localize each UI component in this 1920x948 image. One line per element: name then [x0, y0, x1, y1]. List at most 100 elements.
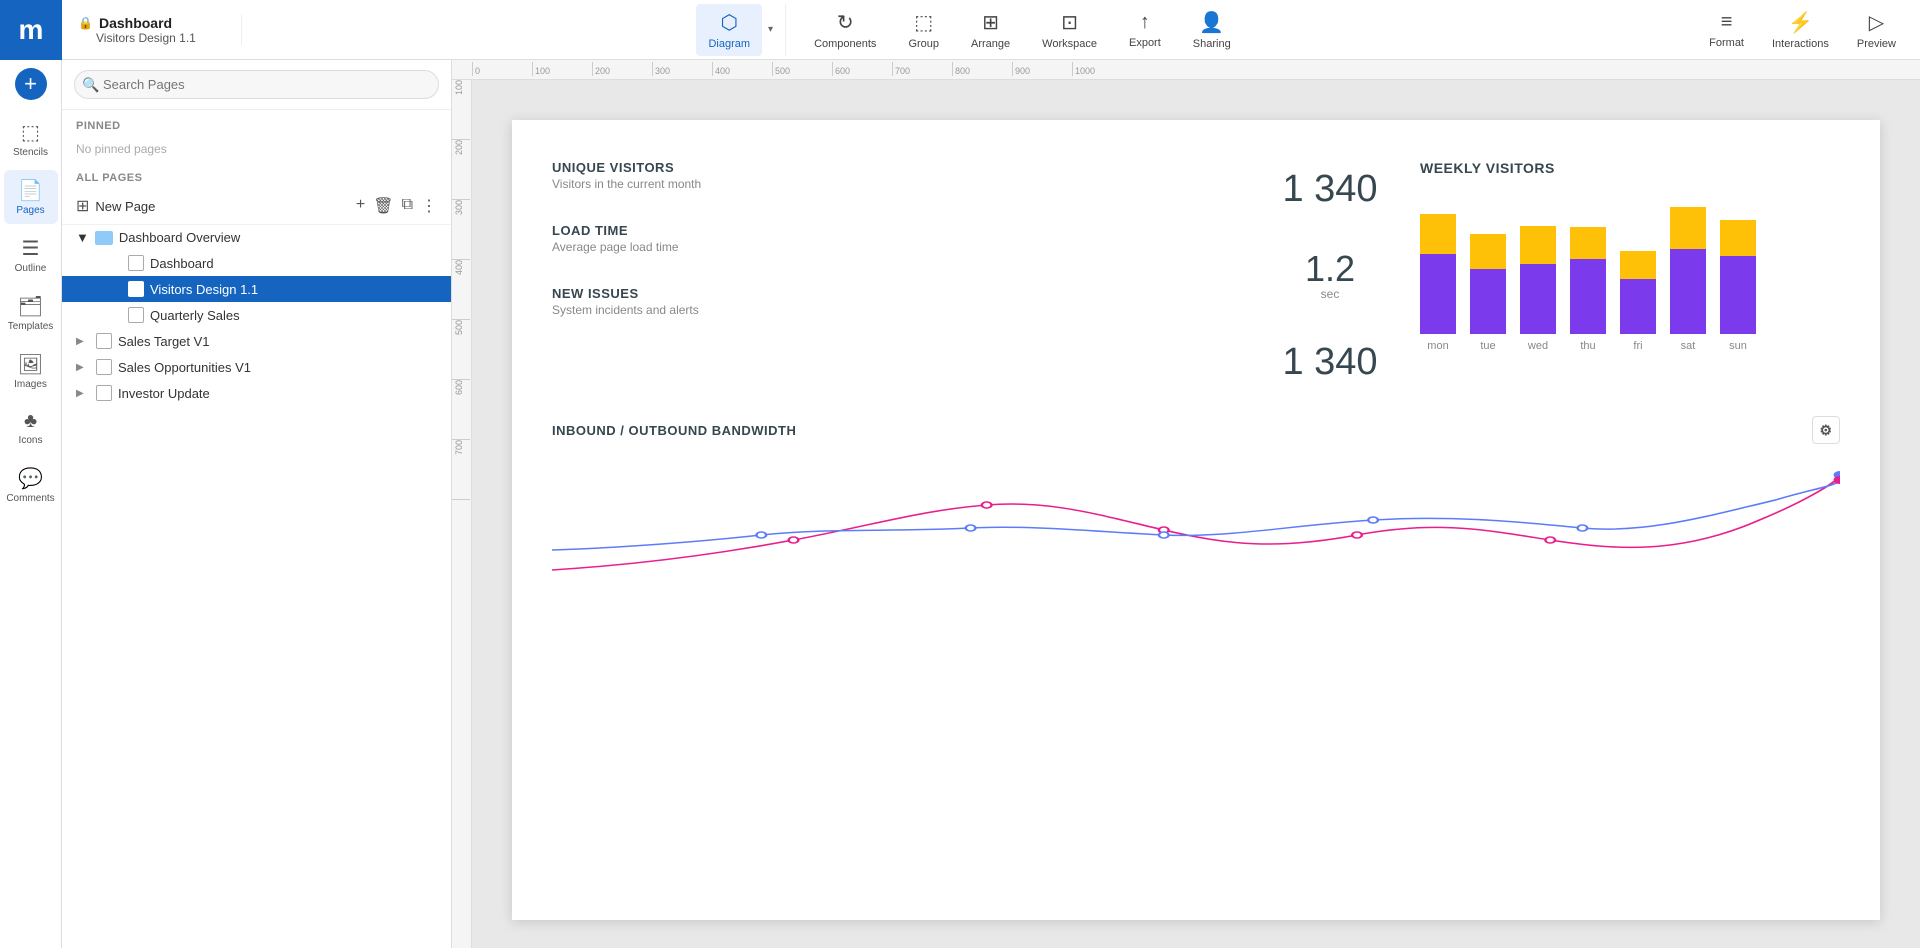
load-time-value-group: 1.2 sec — [1305, 243, 1355, 301]
interactions-button[interactable]: ⚡ Interactions — [1760, 4, 1841, 56]
ruler-v-mark: 400 — [452, 260, 470, 320]
group-button[interactable]: ⬚ Group — [896, 4, 951, 56]
add-icon: + — [24, 73, 37, 95]
sidebar-item-stencils[interactable]: ⬚ Stencils — [4, 112, 58, 166]
bar-day-label: sun — [1729, 340, 1747, 352]
file-title-section: 🔒 Dashboard Visitors Design 1.1 — [62, 15, 242, 45]
bar-stack — [1670, 207, 1706, 334]
arrange-button[interactable]: ⊞ Arrange — [959, 4, 1022, 56]
delete-page-icon[interactable]: 🗑 — [373, 196, 393, 216]
interactions-label: Interactions — [1772, 38, 1829, 50]
comments-label: Comments — [6, 493, 54, 504]
dot — [1578, 525, 1588, 531]
dashboard-content: UNIQUE VISITORS Visitors in the current … — [552, 160, 1840, 590]
export-label: Export — [1129, 37, 1161, 49]
page-group-dashboard-overview[interactable]: ▼ Dashboard Overview — [62, 225, 451, 250]
file-main-title: Dashboard — [99, 15, 172, 31]
page-file-icon — [96, 333, 112, 349]
bar-yellow — [1570, 227, 1606, 259]
ruler-v-marks: 100200300400500600700 — [452, 80, 471, 500]
outline-label: Outline — [15, 263, 47, 274]
bar-purple — [1420, 254, 1456, 334]
bar-group: sat — [1670, 207, 1706, 352]
page-name-dashboard: Dashboard — [150, 256, 437, 271]
page-item-sales-opps[interactable]: ▶ Sales Opportunities V1 — [62, 354, 451, 380]
search-input[interactable] — [74, 70, 439, 99]
pages-label: Pages — [16, 205, 44, 216]
dot — [1352, 532, 1362, 538]
page-item-investor-update[interactable]: ▶ Investor Update — [62, 380, 451, 406]
bar-purple — [1620, 279, 1656, 334]
search-wrap: 🔍 — [74, 70, 439, 99]
sidebar-item-pages[interactable]: 📄 Pages — [4, 170, 58, 224]
format-icon: ≡ — [1721, 11, 1733, 34]
bar-purple — [1570, 259, 1606, 334]
page-item-dashboard[interactable]: Dashboard — [62, 250, 451, 276]
components-button[interactable]: ↻ Components — [802, 4, 888, 56]
bar-day-label: wed — [1528, 340, 1548, 352]
workspace-label: Workspace — [1042, 38, 1097, 50]
ruler-v-mark: 500 — [452, 320, 470, 380]
new-issues-title: NEW ISSUES — [552, 286, 1240, 301]
ruler-h-mark: 900 — [1012, 62, 1072, 76]
dot — [982, 502, 992, 508]
app-logo[interactable]: m — [0, 0, 62, 60]
bandwidth-section: INBOUND / OUTBOUND BANDWIDTH ⚙ — [552, 416, 1840, 590]
bandwidth-title-text: INBOUND / OUTBOUND BANDWIDTH — [552, 423, 796, 438]
more-options-icon[interactable]: ⋮ — [421, 196, 437, 216]
ruler-v-mark: 100 — [452, 80, 470, 140]
preview-button[interactable]: ▷ Preview — [1845, 4, 1908, 56]
diagram-dropdown-arrow[interactable]: ▾ — [764, 20, 777, 39]
sidebar-item-icons[interactable]: ♣ Icons — [4, 402, 58, 454]
workspace-button[interactable]: ⊡ Workspace — [1030, 4, 1109, 56]
add-page-icon[interactable]: + — [356, 196, 365, 216]
unique-visitors-subtitle: Visitors in the current month — [552, 177, 1240, 191]
page-name-quarterly-sales: Quarterly Sales — [150, 308, 437, 323]
sidebar-item-outline[interactable]: ☰ Outline — [4, 228, 58, 282]
toolbar-center: ⬡ Diagram ▾ ↻ Components ⬚ Group ⊞ Arran… — [242, 4, 1697, 56]
page-name-visitors-design: Visitors Design 1.1 — [150, 282, 437, 297]
add-button[interactable]: + — [15, 68, 47, 100]
bar-group: thu — [1570, 227, 1606, 352]
bar-yellow — [1620, 251, 1656, 279]
sidebar-item-comments[interactable]: 💬 Comments — [4, 458, 58, 512]
page-name-sales-target: Sales Target V1 — [118, 334, 437, 349]
ruler-v-mark: 600 — [452, 380, 470, 440]
sidebar-item-images[interactable]: 🖼 Images — [4, 344, 58, 398]
diagram-button[interactable]: ⬡ Diagram — [696, 4, 762, 56]
outline-icon: ☰ — [22, 236, 40, 261]
load-time-title: LOAD TIME — [552, 223, 1240, 238]
templates-label: Templates — [8, 321, 54, 332]
bar-stack — [1620, 251, 1656, 334]
bandwidth-chart — [552, 460, 1840, 590]
ruler-v-mark: 200 — [452, 140, 470, 200]
sharing-button[interactable]: 👤 Sharing — [1181, 4, 1243, 56]
canvas-inner: UNIQUE VISITORS Visitors in the current … — [512, 120, 1880, 920]
ruler-h-mark: 400 — [712, 62, 772, 76]
page-item-quarterly-sales[interactable]: Quarterly Sales — [62, 302, 451, 328]
new-page-actions: + 🗑 ⧉ ⋮ — [356, 196, 437, 216]
components-icon: ↻ — [837, 10, 854, 35]
ruler-h-mark: 700 — [892, 62, 952, 76]
gear-button[interactable]: ⚙ — [1812, 416, 1840, 444]
all-pages-title: ALL PAGES — [76, 172, 437, 184]
new-issues-metric: NEW ISSUES System incidents and alerts — [552, 286, 1240, 317]
load-time-value: 1.2 — [1305, 251, 1355, 287]
page-item-sales-target[interactable]: ▶ Sales Target V1 — [62, 328, 451, 354]
new-page-plus-icon: ⊞ — [76, 196, 89, 216]
copy-page-icon[interactable]: ⧉ — [402, 196, 413, 216]
export-button[interactable]: ↑ Export — [1117, 5, 1173, 55]
lock-icon: 🔒 — [78, 16, 93, 30]
bar-group: wed — [1520, 226, 1556, 352]
bar-stack — [1520, 226, 1556, 334]
sidebar-item-templates[interactable]: 🗂 Templates — [4, 286, 58, 340]
format-button[interactable]: ≡ Format — [1697, 5, 1756, 55]
new-page-text[interactable]: New Page — [95, 199, 155, 214]
arrange-icon: ⊞ — [982, 10, 999, 35]
unique-visitors-metric: UNIQUE VISITORS Visitors in the current … — [552, 160, 1240, 191]
canvas-scroll[interactable]: UNIQUE VISITORS Visitors in the current … — [472, 80, 1920, 948]
pages-icon: 📄 — [18, 178, 43, 203]
page-item-visitors-design[interactable]: Visitors Design 1.1 — [62, 276, 451, 302]
format-label: Format — [1709, 37, 1744, 49]
pinned-section: PINNED — [62, 110, 451, 136]
